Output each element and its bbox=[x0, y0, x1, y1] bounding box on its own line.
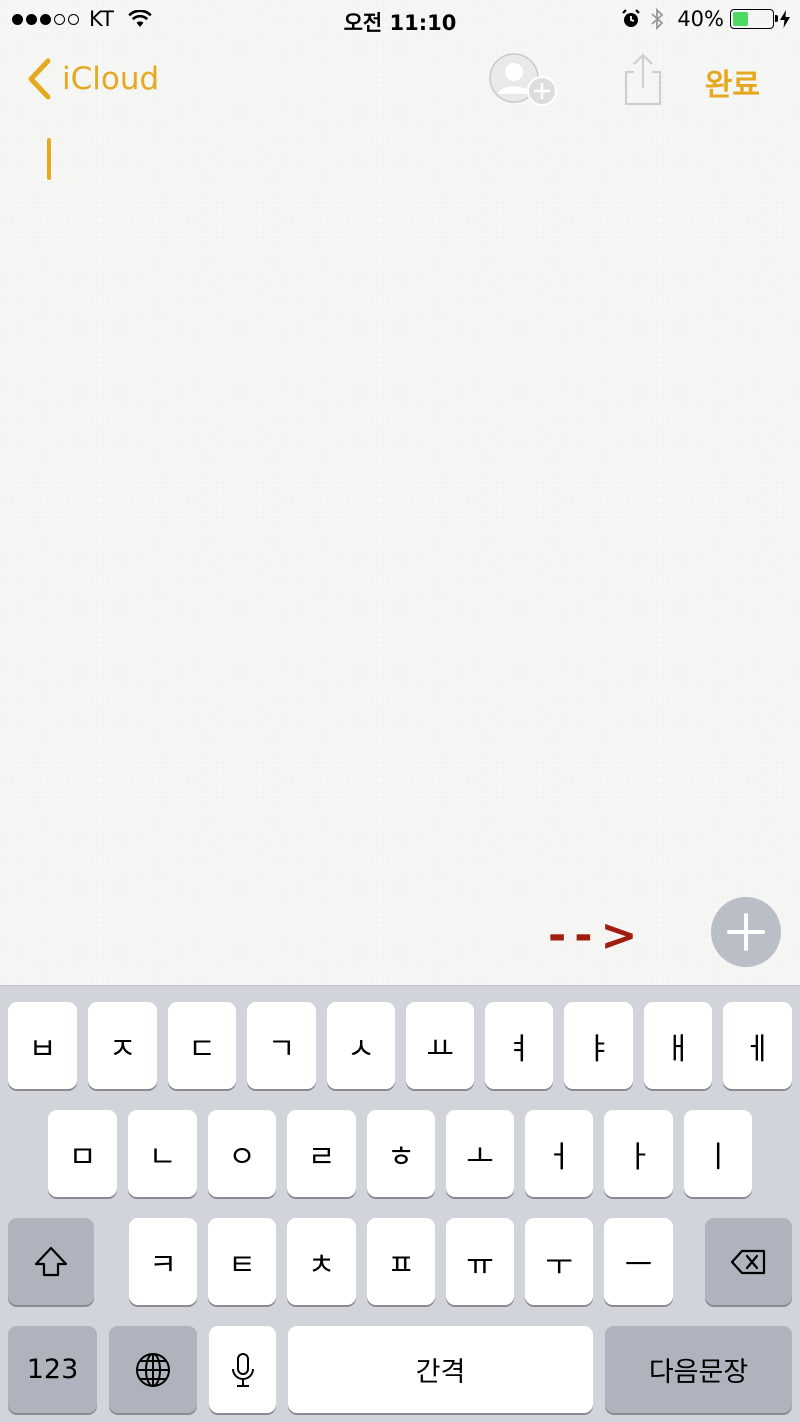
key-row2-2[interactable]: ㄴ bbox=[128, 1110, 197, 1197]
add-person-button[interactable] bbox=[488, 52, 560, 108]
globe-icon bbox=[136, 1352, 170, 1387]
key-row2-8[interactable]: ㅏ bbox=[604, 1110, 673, 1197]
key-row1-7[interactable]: ㅕ bbox=[485, 1002, 553, 1089]
backspace-key[interactable] bbox=[705, 1218, 792, 1305]
status-right: 40% bbox=[621, 7, 790, 31]
key-row3-3[interactable]: ㅊ bbox=[287, 1218, 356, 1305]
battery-icon bbox=[730, 9, 778, 29]
keyboard: ㅂ ㅈ ㄷ ㄱ ㅅ ㅛ ㅕ ㅑ ㅐ ㅔ ㅁ ㄴ ㅇ ㄹ ㅎ ㅗ ㅓ ㅏ ㅣ ㅋ … bbox=[0, 985, 800, 1422]
key-row2-5[interactable]: ㅎ bbox=[367, 1110, 435, 1197]
key-row1-1[interactable]: ㅂ bbox=[8, 1002, 77, 1089]
key-row1-3[interactable]: ㄷ bbox=[168, 1002, 236, 1089]
key-row1-10[interactable]: ㅔ bbox=[723, 1002, 792, 1089]
battery-percent: 40% bbox=[677, 7, 724, 31]
shift-key[interactable] bbox=[8, 1218, 94, 1305]
text-caret bbox=[47, 138, 51, 180]
share-button[interactable] bbox=[620, 52, 666, 108]
key-row1-4[interactable]: ㄱ bbox=[247, 1002, 316, 1089]
microphone-key[interactable] bbox=[209, 1326, 276, 1413]
add-person-icon bbox=[489, 53, 557, 106]
shift-icon bbox=[34, 1246, 68, 1276]
backspace-icon bbox=[730, 1249, 765, 1274]
key-row1-2[interactable]: ㅈ bbox=[88, 1002, 157, 1089]
status-bar: KT 오전 11:10 40% bbox=[0, 0, 800, 40]
return-key[interactable]: 다음문장 bbox=[605, 1326, 792, 1413]
back-button[interactable]: iCloud bbox=[26, 58, 159, 100]
key-row3-6[interactable]: ㅜ bbox=[525, 1218, 593, 1305]
key-row2-7[interactable]: ㅓ bbox=[525, 1110, 593, 1197]
key-row3-5[interactable]: ㅠ bbox=[446, 1218, 514, 1305]
back-button-label: iCloud bbox=[62, 61, 160, 97]
plus-icon bbox=[727, 913, 765, 951]
key-row2-9[interactable]: ㅣ bbox=[684, 1110, 752, 1197]
globe-key[interactable] bbox=[109, 1326, 197, 1413]
key-row1-9[interactable]: ㅐ bbox=[644, 1002, 712, 1089]
key-row2-6[interactable]: ㅗ bbox=[446, 1110, 514, 1197]
space-key[interactable]: 간격 bbox=[288, 1326, 593, 1413]
key-row3-1[interactable]: ㅋ bbox=[129, 1218, 197, 1305]
charging-icon bbox=[780, 10, 790, 28]
key-row3-2[interactable]: ㅌ bbox=[208, 1218, 276, 1305]
chevron-left-icon bbox=[28, 58, 51, 100]
done-button[interactable]: 완료 bbox=[705, 60, 760, 104]
key-row3-7[interactable]: ㅡ bbox=[604, 1218, 673, 1305]
share-icon bbox=[624, 53, 662, 106]
key-row3-4[interactable]: ㅍ bbox=[367, 1218, 435, 1305]
bluetooth-icon bbox=[651, 8, 664, 30]
key-row2-1[interactable]: ㅁ bbox=[48, 1110, 117, 1197]
add-attachment-button[interactable] bbox=[711, 897, 781, 967]
battery-fill bbox=[733, 12, 749, 26]
alarm-icon bbox=[622, 9, 641, 27]
note-editor[interactable] bbox=[0, 120, 800, 980]
key-row1-6[interactable]: ㅛ bbox=[406, 1002, 474, 1089]
key-row2-4[interactable]: ㄹ bbox=[287, 1110, 356, 1197]
key-row2-3[interactable]: ㅇ bbox=[208, 1110, 276, 1197]
key-row1-8[interactable]: ㅑ bbox=[564, 1002, 633, 1089]
numbers-key[interactable]: 123 bbox=[8, 1326, 97, 1413]
microphone-icon bbox=[231, 1352, 254, 1387]
key-row1-5[interactable]: ㅅ bbox=[327, 1002, 395, 1089]
navigation-bar: iCloud 완료 bbox=[0, 40, 800, 120]
arrow-annotation: --> bbox=[548, 910, 646, 961]
